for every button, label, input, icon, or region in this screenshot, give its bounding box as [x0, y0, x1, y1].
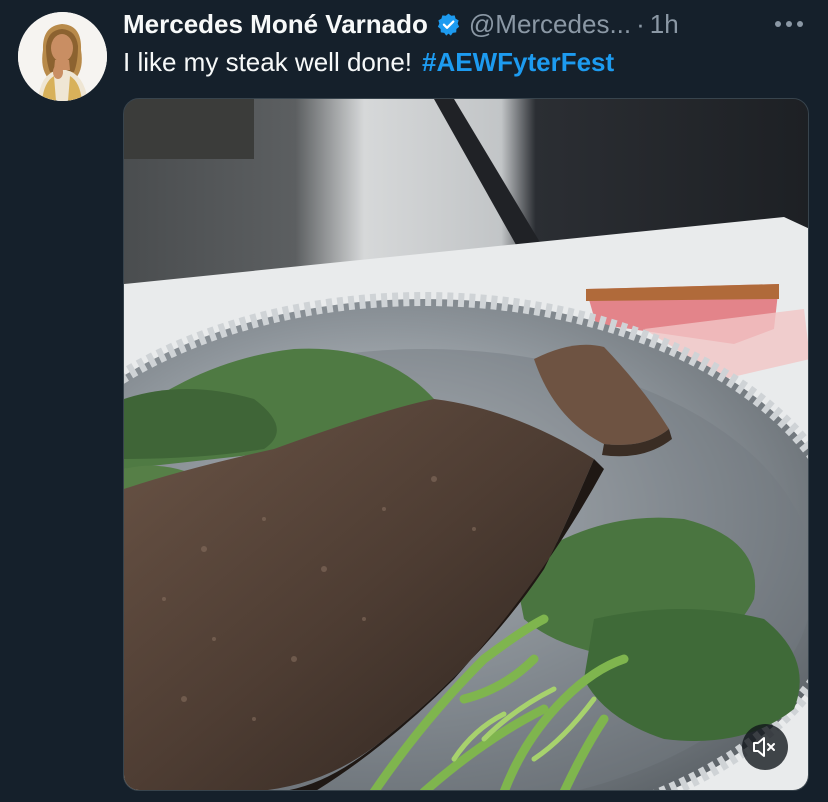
separator-dot: ·	[636, 8, 645, 39]
author-handle[interactable]: @Mercedes...	[469, 9, 631, 40]
verified-badge-icon	[436, 12, 461, 37]
author-name[interactable]: Mercedes Moné Varnado	[123, 9, 428, 40]
video-frame	[124, 99, 808, 790]
more-options-icon[interactable]	[771, 9, 807, 39]
tweet-video[interactable]	[123, 98, 809, 791]
tweet-header: Mercedes Moné Varnado @Mercedes... · 1h	[123, 6, 813, 42]
tweet-text: I like my steak well done! #AEWFyterFest	[123, 45, 614, 79]
tweet-body: I like my steak well done!	[123, 47, 413, 77]
avatar-image	[18, 12, 107, 101]
volume-muted-icon[interactable]	[742, 724, 788, 770]
tweet-timestamp[interactable]: 1h	[650, 9, 679, 40]
hashtag-link[interactable]: #AEWFyterFest	[422, 47, 614, 77]
author-avatar[interactable]	[18, 12, 107, 101]
